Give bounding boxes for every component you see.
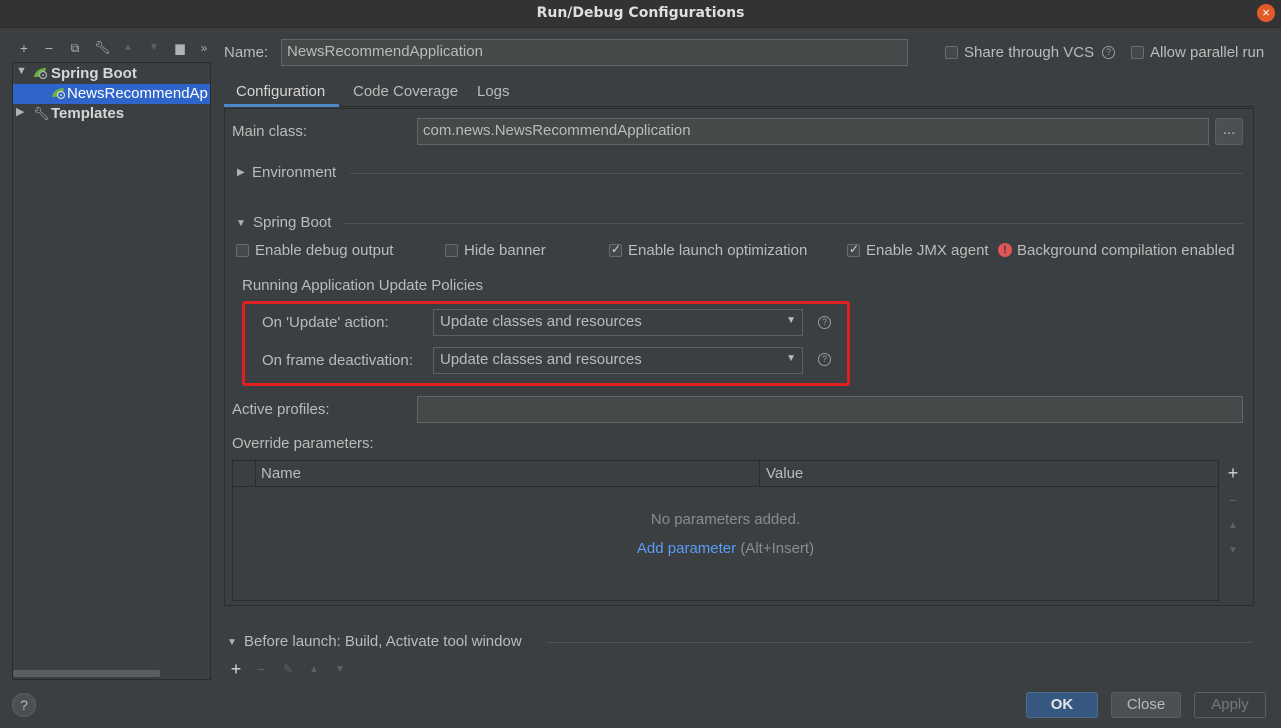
enable-debug-output-label: Enable debug output — [255, 242, 394, 259]
tree-item-label: Templates — [51, 105, 125, 122]
collapse-arrow-icon[interactable]: ▶ — [16, 105, 24, 118]
wrench-icon[interactable]: 🔧︎ — [94, 40, 111, 56]
apply-button[interactable]: Apply — [1194, 692, 1266, 718]
active-profiles-field[interactable] — [417, 396, 1243, 423]
move-up-icon[interactable]: ▲ — [1225, 518, 1241, 534]
horizontal-scrollbar[interactable] — [13, 670, 160, 677]
column-divider — [759, 461, 760, 487]
add-icon[interactable]: + — [16, 40, 32, 56]
expand-arrow-icon[interactable]: ▼ — [16, 65, 27, 77]
ok-button[interactable]: OK — [1026, 692, 1098, 718]
wrench-icon: 🔧︎ — [33, 106, 50, 121]
help-button[interactable]: ? — [12, 693, 36, 717]
close-button[interactable]: Close — [1111, 692, 1181, 718]
name-label: Name: — [224, 44, 269, 61]
table-header: Name Value — [233, 461, 1218, 487]
column-divider — [255, 461, 256, 487]
background-compilation-warning: Background compilation enabled — [1017, 242, 1235, 259]
enable-launch-optimization-checkbox[interactable] — [609, 242, 622, 257]
copy-icon[interactable]: ⧉ — [67, 40, 83, 56]
parallel-run-label: Allow parallel run — [1150, 44, 1265, 61]
column-header-value[interactable]: Value — [766, 465, 803, 482]
tree-item-templates[interactable]: ▶ 🔧︎ Templates — [13, 104, 210, 124]
section-divider — [350, 173, 1243, 174]
window-close-button[interactable]: × — [1257, 4, 1275, 22]
override-parameters-label: Override parameters: — [232, 435, 374, 452]
collapse-before-launch-icon[interactable]: ▼ — [227, 637, 237, 648]
edit-icon[interactable]: ✎ — [281, 661, 295, 677]
add-parameter-shortcut: (Alt+Insert) — [740, 540, 815, 557]
enable-jmx-agent-checkbox[interactable] — [847, 242, 860, 257]
more-icon[interactable]: » — [197, 40, 211, 56]
main-class-label: Main class: — [232, 123, 308, 140]
tree-item-spring-boot[interactable]: ▼ Spring Boot — [13, 64, 210, 84]
tree-item-label: Spring Boot — [51, 65, 137, 82]
tab-code-coverage[interactable]: Code Coverage — [353, 83, 458, 100]
add-parameter-link[interactable]: Add parameter — [637, 540, 736, 557]
active-tab-indicator — [224, 104, 339, 107]
remove-icon[interactable]: − — [1225, 492, 1241, 508]
add-icon[interactable]: + — [1225, 464, 1241, 482]
environment-section-label[interactable]: Environment — [252, 164, 336, 181]
highlight-box — [242, 301, 850, 386]
enable-jmx-agent-label: Enable JMX agent — [866, 242, 989, 259]
hide-banner-checkbox[interactable] — [445, 244, 458, 257]
remove-icon[interactable]: − — [254, 661, 268, 677]
add-icon[interactable]: + — [229, 660, 243, 678]
move-up-icon[interactable]: ▲ — [307, 662, 321, 678]
tab-bar: Configuration Code Coverage Logs — [224, 80, 1254, 107]
update-policies-label: Running Application Update Policies — [242, 277, 483, 294]
spring-boot-icon — [52, 88, 65, 99]
hide-banner-label: Hide banner — [464, 242, 546, 259]
empty-table-message: No parameters added. — [650, 511, 801, 528]
expand-environment-icon[interactable]: ▶ — [237, 167, 245, 178]
help-icon[interactable]: ? — [1102, 46, 1115, 59]
override-parameters-table[interactable]: Name Value No parameters added. Add para… — [232, 460, 1219, 601]
active-profiles-label: Active profiles: — [232, 401, 330, 418]
tree-item-news-recommend[interactable]: NewsRecommendAp — [13, 84, 210, 104]
table-toolbar: + − ▲ ▼ — [1220, 460, 1246, 601]
main-class-field[interactable]: com.news.NewsRecommendApplication — [417, 118, 1209, 145]
move-down-icon[interactable]: ▼ — [146, 40, 162, 56]
section-divider — [546, 642, 1252, 643]
browse-button[interactable]: ... — [1215, 118, 1243, 145]
enable-launch-optimization-label: Enable launch optimization — [628, 242, 808, 259]
section-divider — [343, 223, 1243, 224]
spring-boot-icon — [34, 68, 47, 79]
move-down-icon[interactable]: ▼ — [333, 662, 347, 678]
collapse-spring-boot-icon[interactable]: ▼ — [236, 218, 246, 229]
tab-logs[interactable]: Logs — [477, 83, 510, 100]
remove-icon[interactable]: − — [41, 40, 57, 56]
share-vcs-checkbox[interactable] — [945, 46, 958, 59]
column-header-name[interactable]: Name — [261, 465, 301, 482]
move-up-icon[interactable]: ▲ — [120, 40, 136, 56]
window-title: Run/Debug Configurations — [536, 5, 745, 21]
move-down-icon[interactable]: ▼ — [1225, 543, 1241, 559]
spring-boot-section-label[interactable]: Spring Boot — [253, 214, 331, 231]
before-launch-label[interactable]: Before launch: Build, Activate tool wind… — [244, 633, 522, 650]
tree-item-label: NewsRecommendAp — [67, 85, 208, 102]
name-field[interactable]: NewsRecommendApplication — [281, 39, 908, 66]
folder-icon[interactable]: ▆ — [172, 40, 188, 56]
configuration-tree[interactable]: ▼ Spring Boot NewsRecommendAp ▶ 🔧︎ Templ… — [12, 62, 211, 680]
share-vcs-label: Share through VCS — [964, 44, 1095, 61]
warning-icon: ! — [998, 243, 1012, 257]
parallel-run-checkbox[interactable] — [1131, 46, 1144, 59]
title-bar: Run/Debug Configurations × — [0, 0, 1281, 28]
tab-configuration[interactable]: Configuration — [236, 83, 325, 100]
add-parameter-row: Add parameter (Alt+Insert) — [233, 540, 1218, 557]
enable-debug-output-checkbox[interactable] — [236, 244, 249, 257]
